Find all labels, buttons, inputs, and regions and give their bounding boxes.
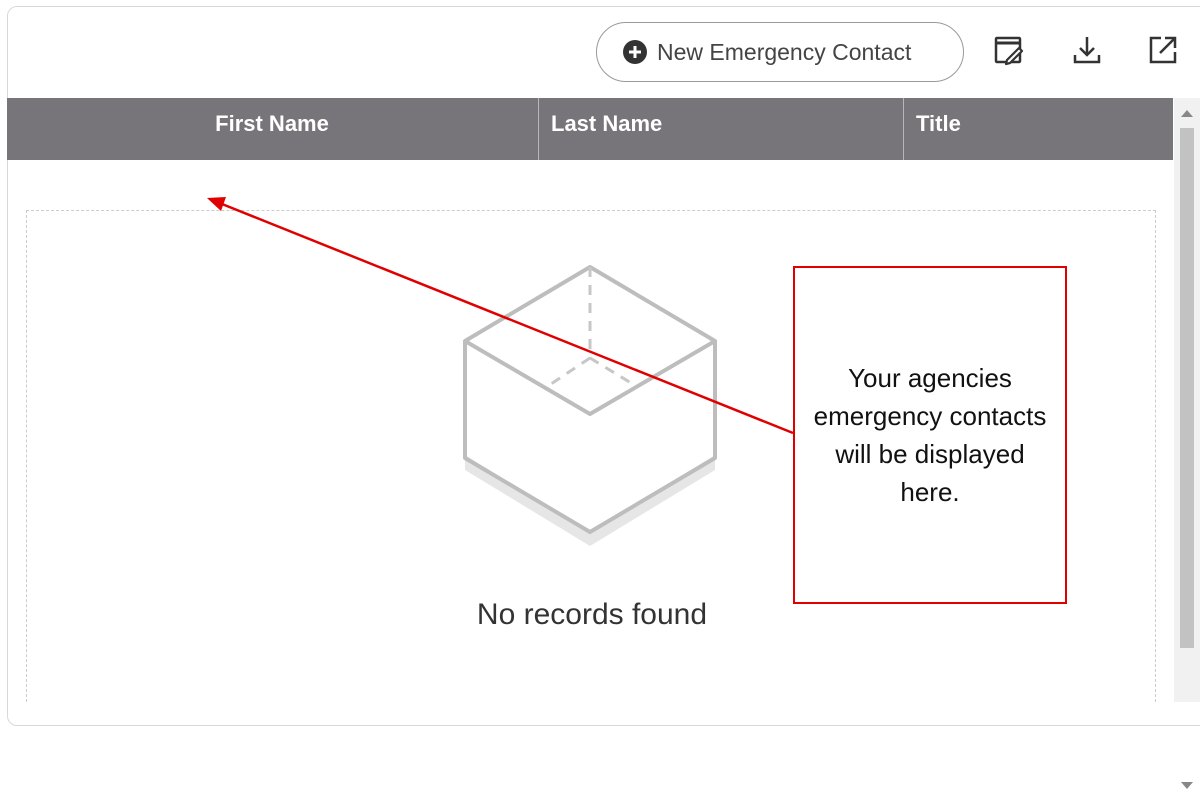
annotation-arrow [207,197,794,435]
scroll-down-arrow-icon[interactable] [1181,782,1193,789]
